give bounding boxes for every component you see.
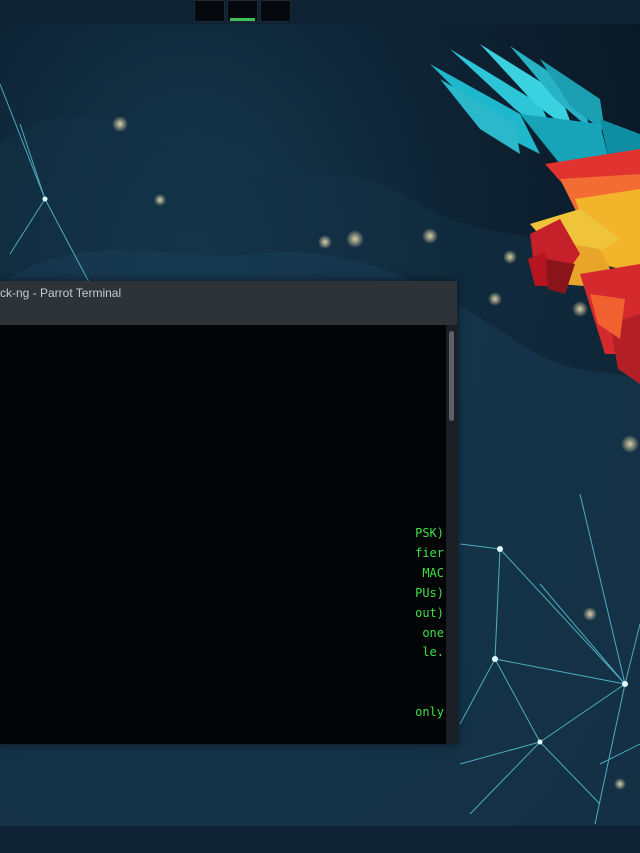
terminal-output[interactable]: PSK) fier MAC PUs) out) one le. only (0, 325, 446, 744)
terminal-line: PUs) (415, 585, 444, 600)
terminal-line: fier (415, 545, 444, 560)
terminal-line: PSK) (415, 526, 444, 540)
terminal-line: MAC (415, 565, 444, 580)
top-panel (0, 0, 640, 24)
workspace-1[interactable] (194, 0, 225, 22)
scrollbar-thumb[interactable] (449, 331, 454, 421)
desktop: ck-ng - Parrot Terminal PSK) fier MAC PU… (0, 0, 640, 853)
terminal-line: only (415, 705, 444, 720)
bottom-panel (0, 826, 640, 853)
workspace-2[interactable] (227, 0, 258, 22)
terminal-titlebar[interactable]: ck-ng - Parrot Terminal (0, 281, 457, 325)
terminal-scrollbar[interactable] (446, 325, 457, 744)
window-title: ck-ng - Parrot Terminal (0, 286, 122, 300)
terminal-line: le. (422, 645, 444, 660)
workspace-3[interactable] (260, 0, 291, 22)
workspace-switcher (194, 0, 291, 22)
terminal-line: one (415, 625, 444, 640)
terminal-line: out) (415, 605, 444, 620)
terminal-window[interactable]: ck-ng - Parrot Terminal PSK) fier MAC PU… (0, 281, 457, 744)
terminal-lines: PSK) fier MAC PUs) out) one le. only (415, 524, 444, 723)
